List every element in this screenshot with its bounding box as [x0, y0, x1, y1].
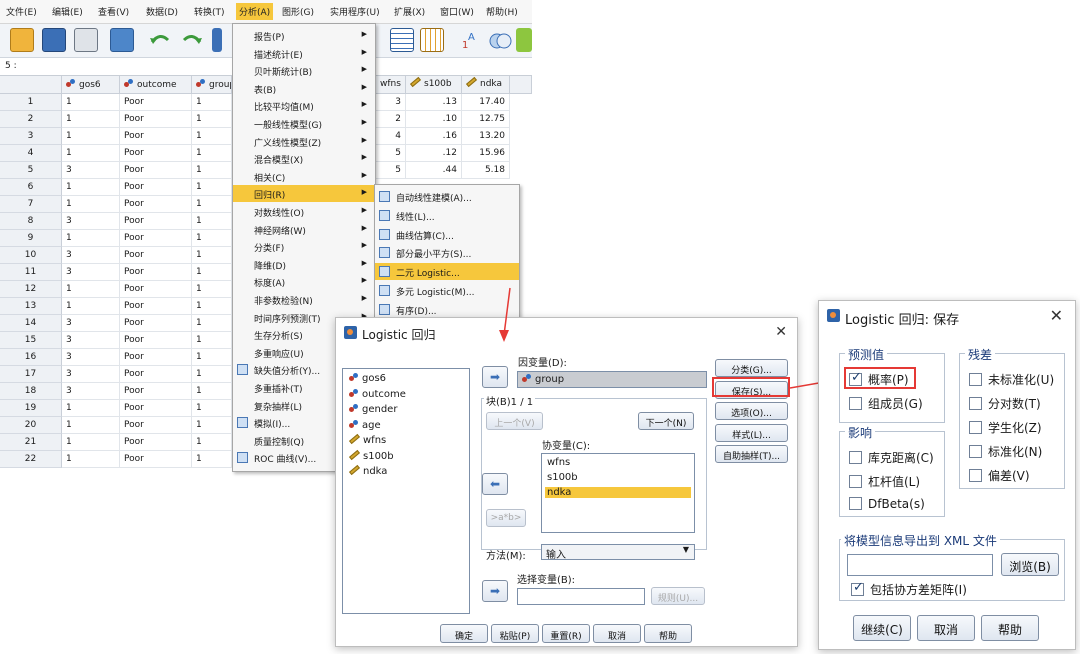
- residual-checkbox[interactable]: 学生化(Z): [969, 419, 1042, 436]
- checkbox-label: 标准化(N): [988, 445, 1043, 459]
- influence-legend: 影响: [845, 424, 876, 441]
- checkbox-box: [849, 370, 862, 386]
- checkbox-label: 分对数(T): [988, 397, 1041, 411]
- browse-button[interactable]: 浏览(B): [1001, 553, 1059, 576]
- influence-checkbox[interactable]: DfBeta(s): [849, 497, 925, 511]
- checkbox-box: [849, 475, 862, 488]
- predicted-values-legend: 预测值: [845, 346, 888, 363]
- checkbox-label: 杠杆值(L): [868, 475, 921, 489]
- influence-checkbox[interactable]: 杠杆值(L): [849, 473, 920, 490]
- checkbox-label: 库克距离(C): [868, 451, 934, 465]
- checkbox-box: [969, 445, 982, 458]
- residual-checkbox[interactable]: 未标准化(U): [969, 371, 1054, 388]
- residual-checkbox[interactable]: 偏差(V): [969, 467, 1030, 484]
- checkbox-label: 未标准化(U): [988, 373, 1055, 387]
- save-dialog-button[interactable]: 取消: [917, 615, 975, 641]
- save-dialog-button[interactable]: 继续(C): [853, 615, 911, 641]
- residual-checkbox[interactable]: 标准化(N): [969, 443, 1042, 460]
- save-dialog-title: Logistic 回归: 保存: [845, 313, 960, 328]
- export-xml-legend: 将模型信息导出到 XML 文件: [841, 532, 1000, 549]
- predicted-checkbox[interactable]: 组成员(G): [849, 395, 923, 412]
- checkbox-box: [849, 451, 862, 464]
- checkbox-box: [969, 397, 982, 410]
- checkbox-label: 偏差(V): [988, 469, 1030, 483]
- save-dialog-button[interactable]: 帮助: [981, 615, 1039, 641]
- checkbox-box: [851, 580, 864, 596]
- logistic-save-dialog: Logistic 回归: 保存 ✕ 预测值 影响 残差 将模型信息导出到 XML…: [818, 300, 1076, 650]
- residuals-legend: 残差: [965, 346, 996, 363]
- include-covariance-checkbox[interactable]: 包括协方差矩阵(I): [851, 580, 967, 598]
- residual-checkbox[interactable]: 分对数(T): [969, 395, 1041, 412]
- checkbox-label: 组成员(G): [868, 397, 923, 411]
- checkbox-box: [849, 497, 862, 510]
- checkbox-box: [969, 421, 982, 434]
- checkbox-box: [969, 469, 982, 482]
- close-icon[interactable]: ✕: [1050, 306, 1063, 325]
- checkbox-label: DfBeta(s): [868, 497, 925, 511]
- xml-path-field[interactable]: [847, 554, 993, 576]
- save-dialog-icon: [827, 309, 840, 322]
- checkbox-box: [969, 373, 982, 386]
- checkbox-label: 学生化(Z): [988, 421, 1042, 435]
- checkbox-label: 概率(P): [868, 373, 909, 387]
- checkbox-box: [849, 397, 862, 410]
- save-dialog-title-bar: Logistic 回归: 保存: [819, 301, 1075, 331]
- influence-checkbox[interactable]: 库克距离(C): [849, 449, 934, 466]
- predicted-checkbox[interactable]: 概率(P): [849, 370, 909, 388]
